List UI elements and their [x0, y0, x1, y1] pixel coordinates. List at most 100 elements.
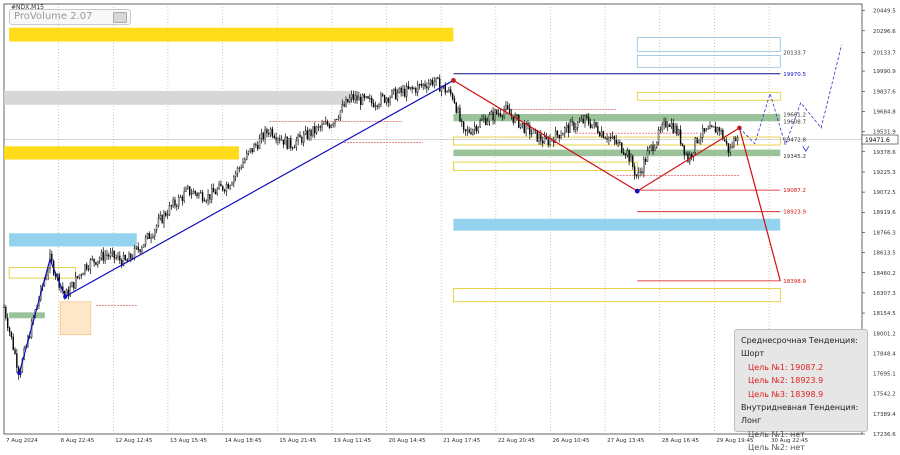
candle-body: [6, 317, 9, 329]
candle-body: [212, 188, 215, 193]
candle-body: [376, 105, 378, 107]
candle-body: [727, 143, 730, 153]
candle-body: [622, 152, 625, 155]
candle-body: [5, 306, 7, 319]
forecast-arrow: [802, 146, 810, 153]
current-price-label: 19471.6: [865, 137, 890, 144]
candle-body: [220, 183, 222, 187]
level-label: 19970.5: [783, 72, 806, 78]
candle-body: [718, 127, 720, 132]
candle-body: [659, 129, 662, 131]
candle-body: [496, 110, 498, 115]
candle-body: [8, 327, 11, 333]
candle-body: [694, 137, 697, 153]
candle-body: [225, 184, 228, 192]
candle-body: [251, 148, 253, 153]
candle-body: [352, 93, 355, 101]
candle-body: [332, 123, 334, 126]
candle-body: [720, 129, 722, 132]
candle-body: [293, 147, 296, 149]
candle-body: [507, 105, 509, 109]
candle-body: [637, 172, 640, 177]
candle-body: [358, 96, 360, 101]
candle-body: [643, 158, 645, 173]
candle-body: [505, 105, 507, 111]
candle-body: [556, 130, 559, 136]
candle-body: [172, 199, 174, 207]
candle-body: [705, 128, 708, 132]
candle-body: [586, 115, 588, 118]
candle-body: [461, 120, 463, 122]
level-label: 19608.7: [783, 119, 806, 125]
candle-body: [268, 133, 270, 135]
candle-body: [89, 259, 92, 270]
candle-body: [409, 87, 412, 89]
mid-target-1: Цель №1: 19087.2: [748, 362, 824, 372]
candle-body: [168, 205, 171, 215]
candle-body: [542, 140, 544, 144]
pivot-point: [634, 188, 640, 194]
candle-body: [400, 87, 402, 93]
candle-body: [190, 193, 193, 195]
candle-body: [280, 139, 283, 141]
candle-body: [339, 110, 342, 119]
y-tick-label: 19378.6: [873, 150, 896, 156]
candle-body: [571, 121, 573, 123]
candle-body: [696, 137, 698, 144]
candle-body: [144, 237, 147, 245]
candle-body: [540, 134, 542, 142]
profile-box: [8, 267, 76, 279]
candle-body: [635, 174, 638, 177]
x-tick-label: 19 Aug 11:45: [334, 438, 372, 444]
candle-body: [165, 212, 167, 216]
x-tick-label: 22 Aug 20:45: [498, 438, 536, 444]
candle-body: [678, 129, 680, 135]
candle-body: [615, 139, 617, 144]
candle-body: [416, 84, 419, 93]
candle-body: [674, 125, 676, 133]
level-label: 18398.9: [783, 279, 806, 285]
candle-body: [428, 83, 430, 89]
window-icon[interactable]: [113, 12, 127, 23]
candle-body: [663, 121, 665, 125]
candle-body: [176, 205, 178, 207]
zone-green: [453, 149, 781, 157]
candle-body: [573, 121, 575, 130]
candle-body: [258, 138, 261, 149]
candle-body: [348, 97, 351, 103]
candle-body: [100, 251, 103, 259]
candle-body: [617, 142, 619, 144]
candle-body: [188, 186, 191, 195]
candle-body: [75, 276, 77, 289]
candle-body: [464, 129, 467, 132]
candle-body: [247, 150, 250, 154]
provolume-label: ProVolume 2.07: [14, 11, 93, 22]
provolume-indicator-button[interactable]: ProVolume 2.07: [9, 9, 131, 25]
candle-body: [286, 136, 288, 149]
candle-body: [729, 146, 731, 153]
candle-body: [429, 79, 432, 84]
candle-body: [141, 247, 143, 252]
candle-body: [621, 142, 623, 153]
candle-body: [356, 95, 358, 101]
candle-body: [703, 128, 706, 132]
candle-body: [106, 254, 108, 256]
candle-body: [201, 192, 204, 202]
candle-body: [444, 85, 446, 93]
candle-body: [604, 137, 606, 139]
candle-body: [690, 154, 693, 157]
candle-body: [519, 123, 522, 128]
candle-body: [113, 250, 116, 259]
candle-body: [216, 188, 218, 195]
candle-body: [448, 89, 450, 92]
candle-body: [383, 95, 386, 103]
candle-body: [148, 233, 150, 239]
y-tick-label: 19684.8: [873, 109, 896, 115]
candle-body: [166, 214, 169, 216]
candle-body: [244, 159, 246, 163]
y-tick-label: 18613.5: [873, 251, 896, 257]
candle-body: [155, 225, 158, 231]
x-tick-label: 14 Aug 18:45: [225, 438, 263, 444]
candle-body: [159, 215, 161, 219]
candle-body: [275, 137, 277, 141]
